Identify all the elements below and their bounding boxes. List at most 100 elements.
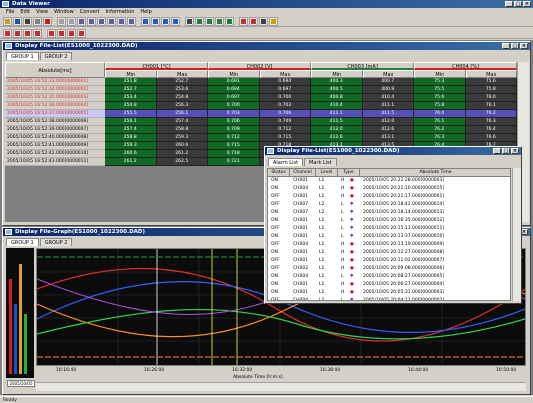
toolbar-button[interactable]	[23, 16, 32, 26]
minimize-button[interactable]: _	[502, 43, 510, 49]
alarm-row[interactable]: OFF CH004 L1 H 2005/10/05 20:13:19.000[00000…	[268, 241, 510, 249]
toolbar-button[interactable]	[67, 16, 76, 26]
data-cell[interactable]: 76.3	[414, 134, 466, 142]
toolbar-button[interactable]	[97, 16, 106, 26]
alarm-row[interactable]: ON CH001 L1 H 2005/10/05 20:22:28.000[000000…	[268, 177, 510, 185]
toolbar-button[interactable]	[23, 28, 32, 38]
toolbar-button[interactable]	[43, 16, 52, 26]
toolbar-button[interactable]	[57, 16, 66, 26]
data-cell[interactable]: 76.0	[414, 110, 466, 118]
data-cell[interactable]: 256.1	[105, 118, 157, 126]
data-cell[interactable]: 0.697	[259, 86, 311, 94]
data-cell[interactable]: 412.6	[311, 134, 363, 142]
row-timestamp[interactable]: 2005/10/05 16:52:42.000[0000010]	[5, 150, 105, 158]
toolbar-button[interactable]	[77, 28, 86, 38]
row-timestamp[interactable]: 2005/10/05 16:52:39.000[0000007]	[5, 126, 105, 134]
alarm-column-header[interactable]: Level	[316, 169, 338, 177]
toolbar-button[interactable]	[67, 28, 76, 38]
data-cell[interactable]: 261.2	[156, 150, 208, 158]
data-cell[interactable]: 255.5	[105, 110, 157, 118]
toolbar-button[interactable]	[185, 16, 194, 26]
data-cell[interactable]: 262.5	[156, 158, 208, 166]
data-cell[interactable]: 76.2	[465, 110, 517, 118]
data-cell[interactable]: 411.5	[362, 110, 414, 118]
toolbar-button[interactable]	[107, 16, 116, 26]
data-cell[interactable]: 0.703	[208, 110, 260, 118]
graph-horizontal-scrollbar[interactable]	[36, 382, 526, 391]
data-cell[interactable]: 252.7	[156, 78, 208, 86]
date-range-field[interactable]: 2005/10/05	[7, 380, 35, 387]
tab-alarm-list[interactable]: Alarm List	[268, 158, 304, 166]
data-cell[interactable]: 261.2	[105, 158, 157, 166]
channel-header[interactable]: CH003 [mA]	[311, 62, 414, 70]
data-cell[interactable]: 0.715	[208, 142, 260, 150]
data-cell[interactable]: 0.715	[259, 134, 311, 142]
toolbar-button[interactable]	[3, 28, 12, 38]
alarm-row[interactable]: OFF CH004 L2 L 2005/10/05 20:04:11.000[00000…	[268, 297, 510, 300]
data-cell[interactable]: 256.3	[156, 102, 208, 110]
alarm-row[interactable]: ON CH001 L1 H 2005/10/05 20:05:31.000[000000…	[268, 289, 510, 297]
menu-item-window[interactable]: Window	[54, 8, 74, 16]
data-cell[interactable]: 0.694	[208, 86, 260, 94]
minimize-button[interactable]: _	[493, 148, 501, 154]
data-cell[interactable]: 0.709	[259, 118, 311, 126]
alarm-row[interactable]: ON CH001 L1 L 2005/10/05 20:13:37.000[000001…	[268, 233, 510, 241]
data-cell[interactable]: 400.9	[362, 86, 414, 94]
toolbar-button[interactable]	[33, 16, 42, 26]
data-cell[interactable]: 257.4	[156, 118, 208, 126]
data-cell[interactable]: 260.6	[105, 150, 157, 158]
menu-item-view[interactable]: View	[36, 8, 48, 16]
alarm-row[interactable]: ON CH004 L1 H 2005/10/05 20:21:10.000[000001…	[268, 185, 510, 193]
channel-header[interactable]: CH004 [%]	[414, 62, 517, 70]
alarm-row[interactable]: OFF CH001 L1 H 2005/10/05 20:21:17.000[00000…	[268, 193, 510, 201]
data-cell[interactable]: 75.8	[465, 86, 517, 94]
close-button[interactable]: ×	[520, 43, 528, 49]
toolbar-button[interactable]	[33, 28, 42, 38]
row-timestamp[interactable]: 2005/10/05 16:52:33.000[0000001]	[5, 78, 105, 86]
data-cell[interactable]: 400.8	[311, 94, 363, 102]
alarm-row[interactable]: OFF CH001 L1 L 2005/10/05 20:15:13.000[00000…	[268, 225, 510, 233]
data-cell[interactable]: 253.4	[105, 94, 157, 102]
maximize-button[interactable]: □	[502, 148, 510, 154]
toolbar-button[interactable]	[151, 16, 160, 26]
data-cell[interactable]: 0.703	[259, 102, 311, 110]
alarm-row[interactable]: ON CH001 L1 H 2005/10/05 20:06:27.000[000000…	[268, 281, 510, 289]
data-cell[interactable]: 0.709	[208, 126, 260, 134]
data-cell[interactable]: 411.5	[311, 118, 363, 126]
alarm-column-header[interactable]: Status	[268, 169, 290, 177]
menu-item-help[interactable]: Help	[140, 8, 151, 16]
row-timestamp[interactable]: 2005/10/05 16:52:37.000[0000005]	[5, 110, 105, 118]
data-cell[interactable]: 411.1	[311, 110, 363, 118]
close-button[interactable]: ×	[523, 1, 531, 7]
maximize-button[interactable]: □	[511, 43, 519, 49]
tab-group-1[interactable]: GROUP 1	[6, 238, 39, 246]
toolbar-button[interactable]	[13, 16, 22, 26]
data-cell[interactable]: 0.700	[208, 102, 260, 110]
menu-item-file[interactable]: File	[6, 8, 14, 16]
alarm-row[interactable]: OFF CH001 L1 H 2005/10/05 20:11:02.000[00000…	[268, 257, 510, 265]
alarm-column-header[interactable]: Type	[338, 169, 360, 177]
toolbar-button[interactable]	[239, 16, 248, 26]
data-cell[interactable]: 75.8	[414, 102, 466, 110]
channel-header[interactable]: CH002 [V]	[208, 62, 311, 70]
alarm-column-header[interactable]: Channel	[290, 169, 316, 177]
data-cell[interactable]: 0.700	[259, 94, 311, 102]
data-cell[interactable]: 410.4	[311, 102, 363, 110]
toolbar-button[interactable]	[141, 16, 150, 26]
data-cell[interactable]: 75.6	[414, 94, 466, 102]
alarm-vertical-scrollbar[interactable]	[512, 168, 521, 301]
data-cell[interactable]: 76.1	[465, 102, 517, 110]
toolbar-button[interactable]	[269, 16, 278, 26]
tab-group-2[interactable]: GROUP 2	[39, 238, 73, 246]
data-cell[interactable]: 412.6	[362, 126, 414, 134]
data-cell[interactable]: 76.3	[465, 118, 517, 126]
data-cell[interactable]: 254.8	[156, 94, 208, 102]
data-cell[interactable]: 413.1	[362, 134, 414, 142]
toolbar-button[interactable]	[87, 16, 96, 26]
row-timestamp[interactable]: 2005/10/05 16:52:34.000[0000002]	[5, 86, 105, 94]
data-cell[interactable]: 76.2	[414, 126, 466, 134]
data-cell[interactable]: 258.8	[156, 126, 208, 134]
row-timestamp[interactable]: 2005/10/05 16:52:40.000[0000008]	[5, 134, 105, 142]
toolbar-button[interactable]	[171, 16, 180, 26]
absolute-header[interactable]: Absolute[ms]	[5, 62, 105, 78]
